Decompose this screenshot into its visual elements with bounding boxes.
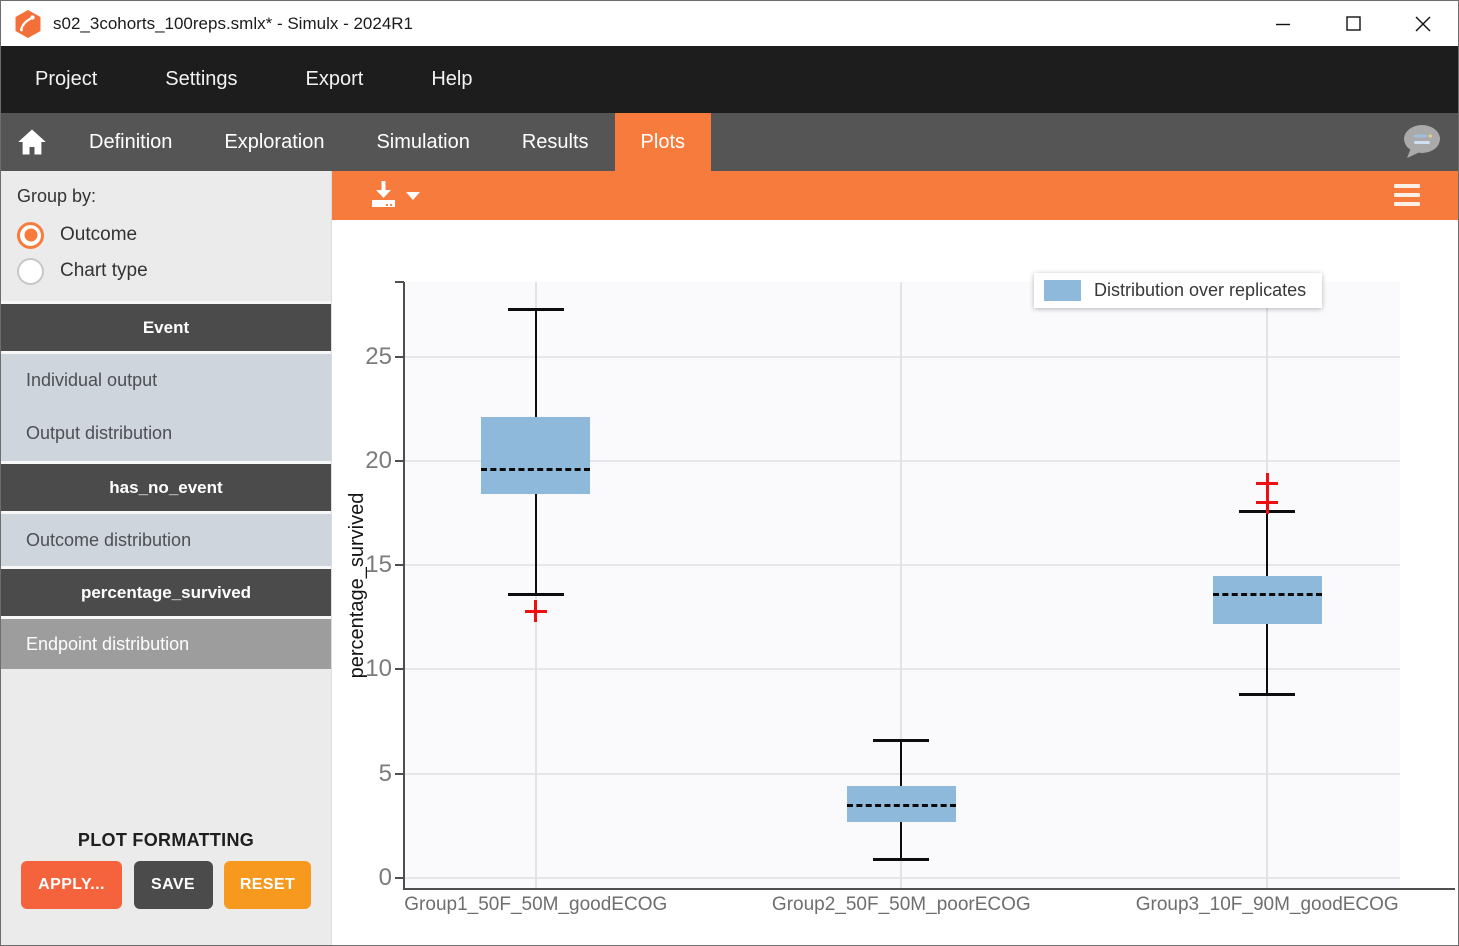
x-tick-label-group1: Group1_50F_50M_goodECOG (404, 894, 667, 916)
menu-item-project[interactable]: Project (1, 46, 131, 113)
tab-plots[interactable]: Plots (615, 113, 711, 171)
group-by-option-outcome[interactable]: Outcome (17, 217, 317, 253)
plot-toolbar (332, 171, 1458, 220)
whisker-upper (1266, 511, 1268, 576)
tab-simulation[interactable]: Simulation (350, 113, 495, 171)
sidebar-header-percentage_survived: percentage_survived (1, 566, 331, 616)
sidebar-header-has_no_event: has_no_event (1, 461, 331, 511)
menu-icon[interactable] (1394, 184, 1420, 211)
box-group-3 (404, 282, 1400, 889)
x-axis-line (403, 888, 1455, 890)
export-plot-button[interactable] (370, 179, 420, 209)
main-panel: percentage_survived 0 5 10 15 20 25 Group1_50F… (332, 171, 1458, 945)
sidebar-item-outcome-distribution[interactable]: Outcome distribution (1, 511, 331, 566)
sidebar-header-event: Event (1, 301, 331, 351)
whisker-cap-lower (1239, 693, 1295, 696)
menu-bar: ProjectSettingsExportHelp (1, 46, 1458, 113)
app-icon (13, 9, 43, 39)
boxplot-chart: percentage_survived 0 5 10 15 20 25 Group1_50F… (332, 220, 1458, 945)
x-tick-label-group2: Group2_50F_50M_poorECOG (772, 894, 1031, 916)
median-line (1213, 593, 1322, 596)
y-axis-top-tick (395, 281, 404, 283)
home-tab[interactable] (1, 113, 63, 171)
save-button[interactable]: SAVE (134, 861, 213, 909)
dropdown-caret-icon (406, 192, 420, 200)
whisker-lower (1266, 624, 1268, 695)
tab-exploration[interactable]: Exploration (198, 113, 350, 171)
menu-item-export[interactable]: Export (272, 46, 398, 113)
y-tick-label: 10 (348, 655, 392, 683)
window-controls (1248, 1, 1458, 46)
outlier-marker (1256, 492, 1278, 514)
radio-selected-icon (17, 222, 44, 249)
app-window: s02_3cohorts_100reps.smlx* - Simulx - 20… (0, 0, 1459, 946)
group-by-option-chart-type[interactable]: Chart type (17, 253, 317, 289)
plot-formatting-label: PLOT FORMATTING (1, 830, 331, 851)
close-icon (1415, 16, 1431, 32)
y-tick-label: 25 (348, 343, 392, 371)
y-tick-mark (395, 460, 404, 462)
window-title: s02_3cohorts_100reps.smlx* - Simulx - 20… (53, 14, 413, 34)
maximize-button[interactable] (1318, 1, 1388, 46)
sidebar: Group by: Outcome Chart type EventIndivid… (1, 171, 332, 945)
tab-definition[interactable]: Definition (63, 113, 198, 171)
maximize-icon (1346, 16, 1361, 31)
radio-unselected-icon (17, 258, 44, 285)
group-by-panel: Group by: Outcome Chart type (1, 171, 331, 301)
y-tick-mark (395, 668, 404, 670)
legend: Distribution over replicates (1034, 273, 1322, 308)
minimize-icon (1275, 16, 1291, 32)
home-icon (17, 128, 47, 156)
tab-results[interactable]: Results (496, 113, 615, 171)
group-by-label: Group by: (17, 186, 317, 207)
y-tick-mark (395, 564, 404, 566)
y-axis-line (403, 282, 405, 890)
y-tick-label: 15 (348, 551, 392, 579)
radio-label: Chart type (60, 260, 148, 282)
tab-bar: DefinitionExplorationSimulationResultsPl… (1, 113, 1458, 171)
y-axis-label: percentage_survived (346, 282, 369, 889)
apply-button[interactable]: APPLY... (21, 861, 122, 909)
y-tick-label: 0 (348, 864, 392, 892)
sidebar-item-endpoint-distribution[interactable]: Endpoint distribution (1, 616, 331, 669)
box-iqr (1213, 576, 1322, 624)
title-bar: s02_3cohorts_100reps.smlx* - Simulx - 20… (1, 1, 1458, 46)
x-tick-label-group3: Group3_10F_90M_goodECOG (1136, 894, 1399, 916)
y-tick-mark (395, 877, 404, 879)
y-tick-label: 5 (348, 760, 392, 788)
sidebar-item-output-distribution[interactable]: Output distribution (1, 406, 331, 461)
y-tick-mark (395, 356, 404, 358)
legend-swatch (1044, 280, 1081, 301)
y-tick-mark (395, 773, 404, 775)
download-icon (370, 179, 397, 209)
plot-region (404, 282, 1400, 889)
minimize-button[interactable] (1248, 1, 1318, 46)
close-button[interactable] (1388, 1, 1458, 46)
sidebar-item-individual-output[interactable]: Individual output (1, 351, 331, 406)
radio-label: Outcome (60, 224, 137, 246)
chat-icon[interactable] (1398, 122, 1442, 162)
menu-item-help[interactable]: Help (397, 46, 506, 113)
reset-button[interactable]: RESET (224, 861, 311, 909)
y-tick-label: 20 (348, 447, 392, 475)
menu-item-settings[interactable]: Settings (131, 46, 271, 113)
legend-label: Distribution over replicates (1094, 280, 1306, 301)
